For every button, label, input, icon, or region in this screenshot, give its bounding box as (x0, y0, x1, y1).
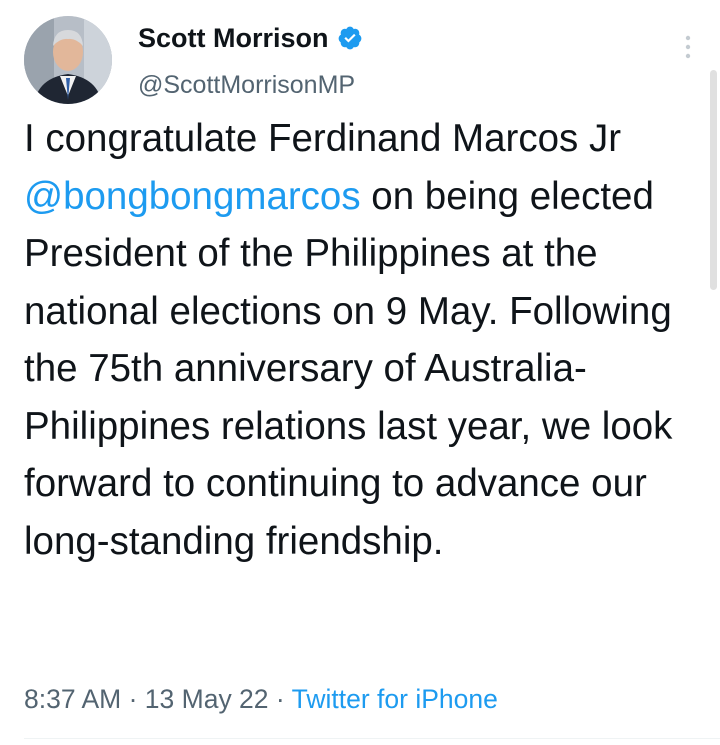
tweet-text: I congratulate Ferdinand Marcos Jr @bong… (24, 110, 704, 570)
meta-separator: · (121, 684, 145, 714)
tweet-text-part: on being elected President of the Philip… (24, 174, 673, 563)
tweet-header: Scott Morrison @ScottMorrisonMP (24, 8, 720, 108)
tweet-text-part: I congratulate Ferdinand Marcos Jr (24, 117, 622, 160)
tweet-screen: Scott Morrison @ScottMorrisonMP I congra… (0, 0, 720, 745)
tweet-date[interactable]: 13 May 22 (145, 684, 269, 714)
avatar-photo (24, 16, 112, 104)
name-row: Scott Morrison (138, 22, 363, 54)
meta-separator: · (268, 684, 292, 714)
mention-link[interactable]: @bongbongmarcos (24, 175, 361, 218)
display-name[interactable]: Scott Morrison (138, 22, 329, 54)
divider (24, 738, 720, 739)
user-handle[interactable]: @ScottMorrisonMP (138, 70, 355, 100)
tweet-meta: 8:37 AM · 13 May 22 · Twitter for iPhone (24, 682, 498, 716)
verified-badge-icon (337, 25, 363, 51)
tweet-time[interactable]: 8:37 AM (24, 684, 121, 714)
scrollbar[interactable] (710, 70, 717, 290)
tweet-source-link[interactable]: Twitter for iPhone (292, 684, 498, 714)
avatar[interactable] (24, 16, 112, 104)
more-vertical-icon[interactable] (684, 34, 692, 60)
